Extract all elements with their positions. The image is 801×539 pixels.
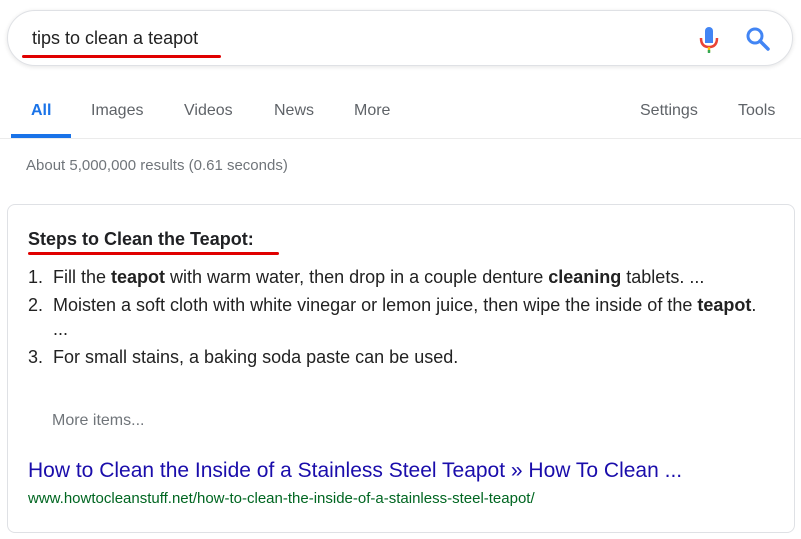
query-annotation-underline <box>22 55 221 58</box>
step-text: with warm water, then drop in a couple d… <box>165 267 549 287</box>
more-items-link[interactable]: More items... <box>52 412 144 430</box>
step-keyword: teapot <box>111 267 166 287</box>
list-item: 2. Moisten a soft cloth with white vinega… <box>28 293 768 341</box>
search-tabs: All Images Videos News More Settings Too… <box>0 88 801 138</box>
tab-settings[interactable]: Settings <box>640 101 698 121</box>
step-number: 3. <box>28 347 44 367</box>
list-item: 1. Fill the teapot with warm water, then … <box>28 265 768 289</box>
microphone-icon[interactable] <box>699 25 719 55</box>
result-title-link[interactable]: How to Clean the Inside of a Stainless S… <box>28 459 682 483</box>
steps-list: 1. Fill the teapot with warm water, then … <box>28 265 768 373</box>
search-icon[interactable] <box>745 26 771 52</box>
tab-all[interactable]: All <box>31 101 51 121</box>
step-number: 1. <box>28 267 44 287</box>
tabs-divider <box>0 138 801 139</box>
step-text: Moisten a soft cloth with white vinegar … <box>53 295 698 315</box>
step-text: Fill the <box>53 267 112 287</box>
tab-news[interactable]: News <box>274 101 314 121</box>
step-text: For small stains, a baking soda paste ca… <box>53 347 459 367</box>
tab-more[interactable]: More <box>354 101 390 121</box>
step-number: 2. <box>28 295 44 315</box>
tab-tools[interactable]: Tools <box>738 101 775 121</box>
tab-images[interactable]: Images <box>91 101 143 121</box>
step-keyword: cleaning <box>548 267 622 287</box>
snippet-title: Steps to Clean the Teapot: <box>28 229 254 249</box>
search-input[interactable]: tips to clean a teapot <box>32 27 198 49</box>
list-item: 3. For small stains, a baking soda paste … <box>28 345 768 369</box>
result-stats: About 5,000,000 results (0.61 seconds) <box>26 157 288 174</box>
step-text: tablets. ... <box>621 267 705 287</box>
title-annotation-underline <box>28 252 279 255</box>
tab-videos[interactable]: Videos <box>184 101 233 121</box>
result-url: www.howtocleanstuff.net/how-to-clean-the… <box>28 490 535 507</box>
featured-snippet-card: Steps to Clean the Teapot: 1. Fill the te… <box>7 204 795 533</box>
step-keyword: teapot <box>697 295 752 315</box>
